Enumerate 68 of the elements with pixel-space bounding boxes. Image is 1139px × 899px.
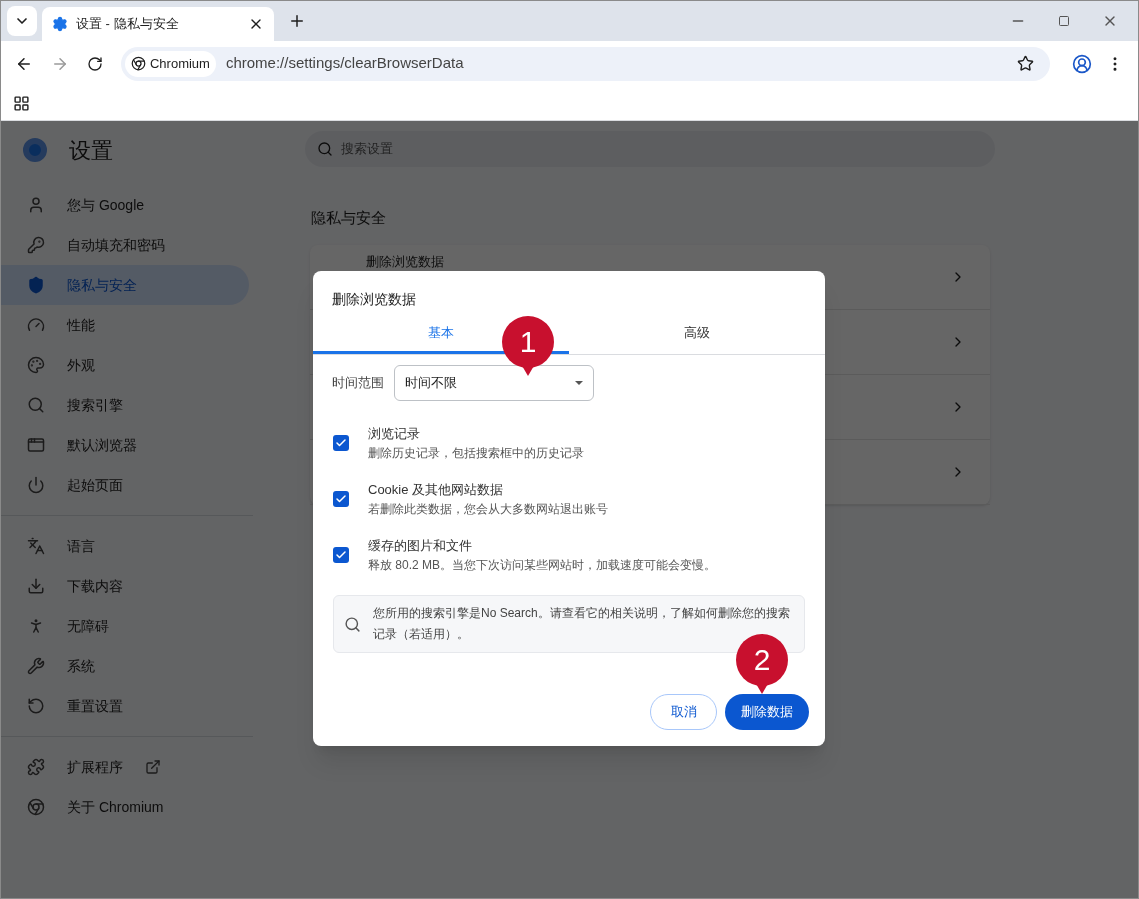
- search-icon: [317, 141, 333, 157]
- sidebar-item[interactable]: 下载内容: [1, 566, 249, 606]
- sidebar-item[interactable]: 性能: [1, 305, 249, 345]
- sidebar-item[interactable]: 隐私与安全: [1, 265, 249, 305]
- dropdown-arrow-icon: [575, 381, 583, 385]
- sidebar-item[interactable]: 扩展程序: [1, 747, 249, 787]
- sidebar-item[interactable]: 搜索引擎: [1, 385, 249, 425]
- option-description: 删除历史记录，包括搜索框中的历史记录: [368, 444, 584, 462]
- tab-title: 设置 - 隐私与安全: [76, 15, 180, 34]
- option-description: 释放 80.2 MB。当您下次访问某些网站时，加载速度可能会变慢。: [368, 556, 717, 574]
- row-title: 删除浏览数据: [366, 254, 445, 269]
- check-icon: [335, 493, 347, 505]
- new-tab-icon[interactable]: [288, 12, 306, 30]
- option-description: 若删除此类数据，您会从大多数网站退出账号: [368, 500, 608, 518]
- bookmark-star-icon[interactable]: [1017, 55, 1035, 72]
- option-title: 浏览记录: [368, 425, 421, 444]
- gauge-icon: [27, 316, 45, 334]
- option-title: Cookie 及其他网站数据: [368, 481, 505, 500]
- power-icon: [27, 476, 45, 494]
- external-link-icon[interactable]: [145, 759, 161, 775]
- reload-icon[interactable]: [86, 55, 103, 72]
- option-title: 缓存的图片和文件: [368, 537, 473, 556]
- delete-data-button[interactable]: 删除数据: [725, 694, 809, 730]
- profile-icon[interactable]: [1072, 53, 1093, 74]
- window-icon: [27, 436, 45, 454]
- dialog-title: 删除浏览数据: [331, 290, 417, 309]
- check-icon: [335, 437, 347, 449]
- sidebar-item[interactable]: 外观: [1, 345, 249, 385]
- reset-icon: [27, 697, 45, 715]
- palette-icon: [27, 356, 45, 374]
- shield-icon: [27, 276, 45, 294]
- checkbox[interactable]: [333, 435, 349, 451]
- checkbox[interactable]: [333, 547, 349, 563]
- settings-title: 设置: [69, 136, 113, 165]
- sidebar-item[interactable]: 语言: [1, 526, 249, 566]
- wrench-icon: [27, 657, 45, 675]
- browser-tab[interactable]: 设置 - 隐私与安全: [42, 7, 274, 41]
- address-bar[interactable]: Chromium chrome://settings/clearBrowserData: [120, 46, 1051, 81]
- maximize-icon[interactable]: [1058, 15, 1070, 27]
- tab-search-button[interactable]: [7, 6, 37, 36]
- time-range-label: 时间范围: [332, 374, 384, 393]
- url-text: chrome://settings/clearBrowserData: [225, 53, 465, 74]
- translate-icon: [27, 537, 45, 555]
- sidebar-item[interactable]: 系统: [1, 646, 249, 686]
- site-chip[interactable]: Chromium: [124, 50, 216, 77]
- search-icon: [27, 396, 45, 414]
- sidebar-item[interactable]: 起始页面: [1, 465, 249, 505]
- puzzle-icon: [27, 758, 45, 776]
- sidebar-item[interactable]: 您与 Google: [1, 185, 249, 225]
- gear-icon: [52, 16, 68, 32]
- checkbox[interactable]: [333, 491, 349, 507]
- sidebar-item[interactable]: 无障碍: [1, 606, 249, 646]
- chromium-icon: [130, 56, 146, 71]
- search-icon: [344, 615, 361, 633]
- chromium-icon: [27, 798, 45, 816]
- sidebar-item[interactable]: 关于 Chromium: [1, 787, 249, 827]
- sidebar-item[interactable]: 默认浏览器: [1, 425, 249, 465]
- dialog-tab[interactable]: 高级: [569, 314, 825, 354]
- download-icon: [27, 577, 45, 595]
- key-icon: [27, 236, 45, 254]
- person-icon: [27, 196, 45, 214]
- check-icon: [335, 549, 347, 561]
- sidebar-item[interactable]: 重置设置: [1, 686, 249, 726]
- apps-icon[interactable]: [13, 94, 30, 112]
- chromium-logo-icon: [23, 138, 47, 162]
- sidebar-item[interactable]: 自动填充和密码: [1, 225, 249, 265]
- search-field[interactable]: 搜索设置: [305, 131, 995, 167]
- section-title: 隐私与安全: [311, 208, 387, 228]
